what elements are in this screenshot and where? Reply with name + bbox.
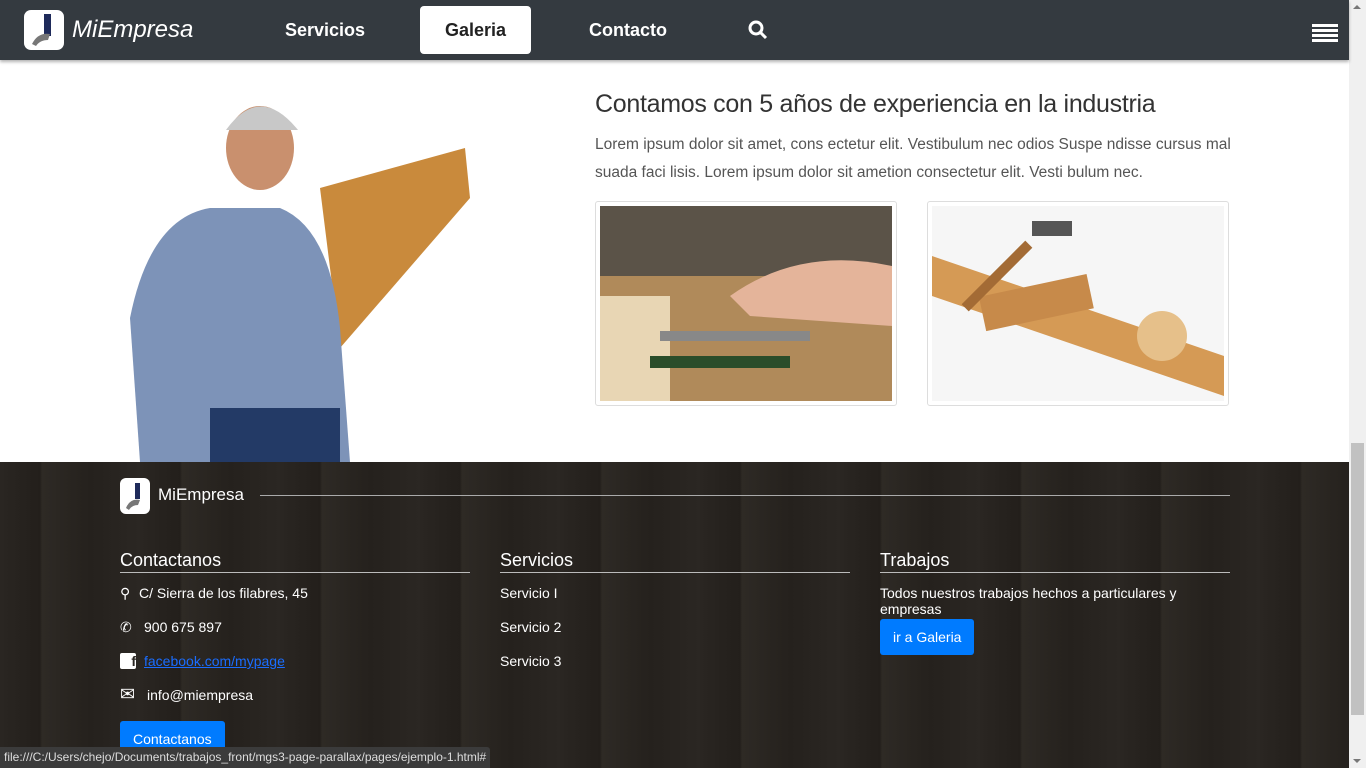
contact-title: Contactanos xyxy=(120,550,470,573)
divider xyxy=(260,495,1230,496)
section-text: Lorem ipsum dolor sit amet, cons ectetur… xyxy=(595,136,1231,181)
address: C/ Sierra de los filabres, 45 xyxy=(139,585,308,601)
scrollbar-thumb[interactable] xyxy=(1351,443,1364,715)
footer-logo-icon xyxy=(120,478,150,514)
brand-name[interactable]: MiEmpresa xyxy=(72,16,193,44)
search-icon[interactable] xyxy=(748,20,768,40)
hamburger-icon[interactable] xyxy=(1312,24,1338,44)
services-title: Servicios xyxy=(500,550,850,573)
nav-servicios[interactable]: Servicios xyxy=(270,6,380,54)
works-title: Trabajos xyxy=(880,550,1230,573)
works-column: Trabajos Todos nuestros trabajos hechos … xyxy=(880,550,1230,655)
service-link[interactable]: Servicio 2 xyxy=(500,619,850,653)
footer-brand: MiEmpresa xyxy=(158,485,244,504)
gallery-image-hammer[interactable] xyxy=(927,201,1229,406)
service-link[interactable]: Servicio 3 xyxy=(500,653,850,687)
gallery-button[interactable]: ir a Galeria xyxy=(880,619,975,655)
phone: 900 675 897 xyxy=(144,619,222,635)
scrollbar[interactable] xyxy=(1349,0,1366,768)
section-heading: Contamos con 5 años de experiencia en la… xyxy=(595,90,1156,118)
worker-image xyxy=(130,106,470,462)
facebook-link[interactable]: facebook.com/mypage xyxy=(144,653,285,669)
navbar: MiEmpresa Servicios Galeria Contacto xyxy=(0,0,1349,60)
contact-column: Contactanos ⚲ C/ Sierra de los filabres, … xyxy=(120,550,470,757)
status-bar-url: file:///C:/Users/chejo/Documents/trabajo… xyxy=(0,747,491,768)
services-column: Servicios Servicio I Servicio 2 Servicio… xyxy=(500,550,850,687)
works-text: Todos nuestros trabajos hechos a particu… xyxy=(880,585,1177,617)
footer: MiEmpresa Contactanos ⚲ C/ Sierra de los … xyxy=(0,462,1349,768)
nav-galeria[interactable]: Galeria xyxy=(420,6,531,54)
phone-icon: ✆ xyxy=(120,619,132,635)
scroll-up-icon[interactable] xyxy=(1353,5,1361,9)
scroll-down-icon[interactable] xyxy=(1353,759,1361,763)
logo-icon[interactable] xyxy=(24,10,64,50)
nav-contacto[interactable]: Contacto xyxy=(573,6,683,54)
facebook-icon: f xyxy=(120,653,144,669)
email: info@miempresa xyxy=(147,687,254,703)
service-link[interactable]: Servicio I xyxy=(500,585,850,619)
map-marker-icon: ⚲ xyxy=(120,585,131,601)
gallery-image-tools[interactable] xyxy=(595,201,897,406)
envelope-icon: ✉ xyxy=(120,684,136,704)
